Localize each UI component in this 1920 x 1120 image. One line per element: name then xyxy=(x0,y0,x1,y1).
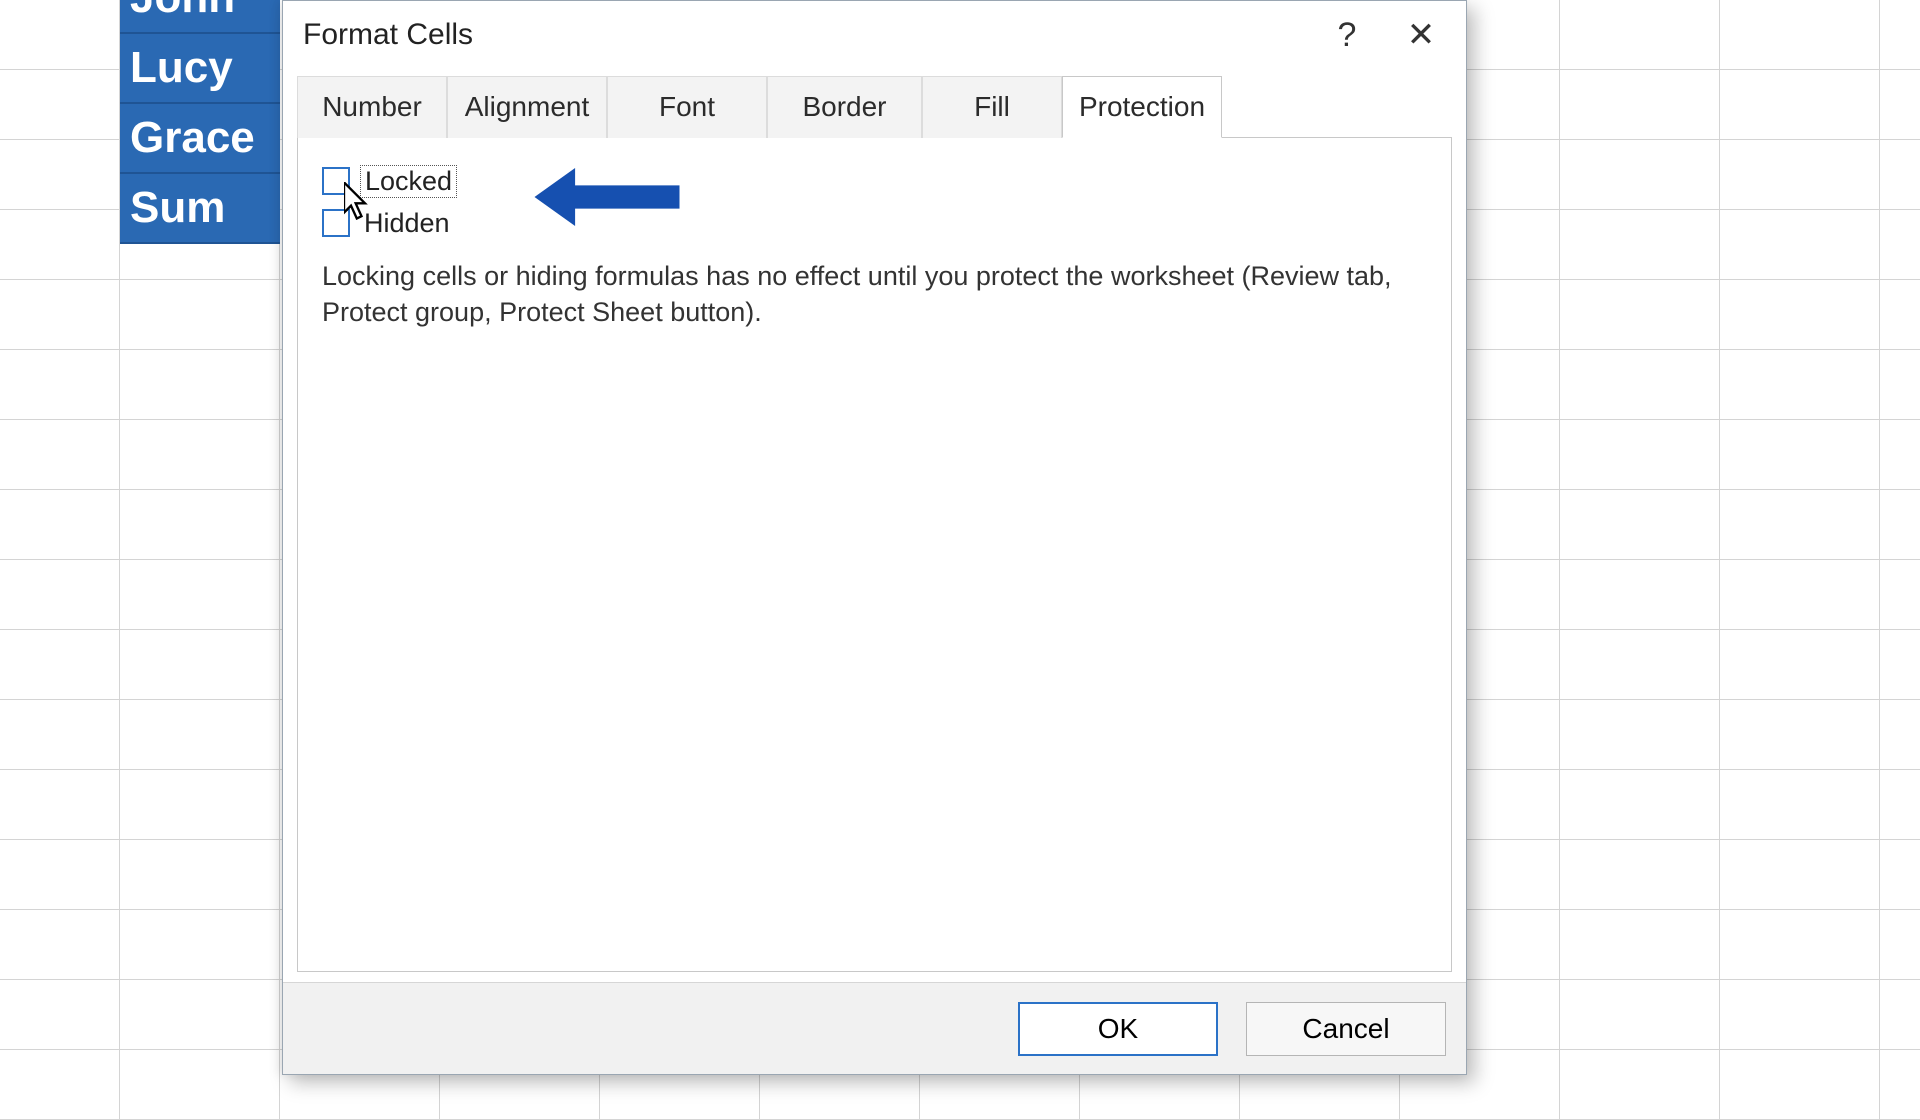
protection-info-text: Locking cells or hiding formulas has no … xyxy=(322,258,1402,331)
dialog-titlebar: Format Cells ? ✕ xyxy=(283,1,1466,69)
tab-font[interactable]: Font xyxy=(607,76,767,138)
cell-grace[interactable]: Grace xyxy=(120,104,280,174)
dialog-tabs: Number Alignment Font Border Fill Protec… xyxy=(297,75,1452,138)
tab-protection[interactable]: Protection xyxy=(1062,76,1222,138)
cell-john[interactable]: John xyxy=(120,0,280,34)
locked-checkbox[interactable] xyxy=(322,167,350,195)
hidden-checkbox[interactable] xyxy=(322,209,350,237)
tab-alignment[interactable]: Alignment xyxy=(447,76,607,138)
cell-lucy[interactable]: Lucy xyxy=(120,34,280,104)
hidden-row: Hidden xyxy=(322,202,1427,244)
format-cells-dialog: Format Cells ? ✕ Number Alignment Font B… xyxy=(282,0,1467,1075)
ok-button[interactable]: OK xyxy=(1018,1002,1218,1056)
close-button[interactable]: ✕ xyxy=(1384,7,1458,63)
tab-border[interactable]: Border xyxy=(767,76,922,138)
cancel-button[interactable]: Cancel xyxy=(1246,1002,1446,1056)
hidden-label: Hidden xyxy=(360,208,454,239)
selected-column: John Lucy Grace Sum xyxy=(120,0,280,244)
dialog-title: Format Cells xyxy=(303,18,1310,52)
help-button[interactable]: ? xyxy=(1310,7,1384,63)
protection-panel: Locked Hidden Locking cells or hiding fo… xyxy=(297,138,1452,972)
locked-label: Locked xyxy=(360,165,457,198)
cell-sum[interactable]: Sum xyxy=(120,174,280,244)
tab-number[interactable]: Number xyxy=(297,76,447,138)
tab-fill[interactable]: Fill xyxy=(922,76,1062,138)
locked-row: Locked xyxy=(322,160,1427,202)
dialog-footer: OK Cancel xyxy=(283,982,1466,1074)
